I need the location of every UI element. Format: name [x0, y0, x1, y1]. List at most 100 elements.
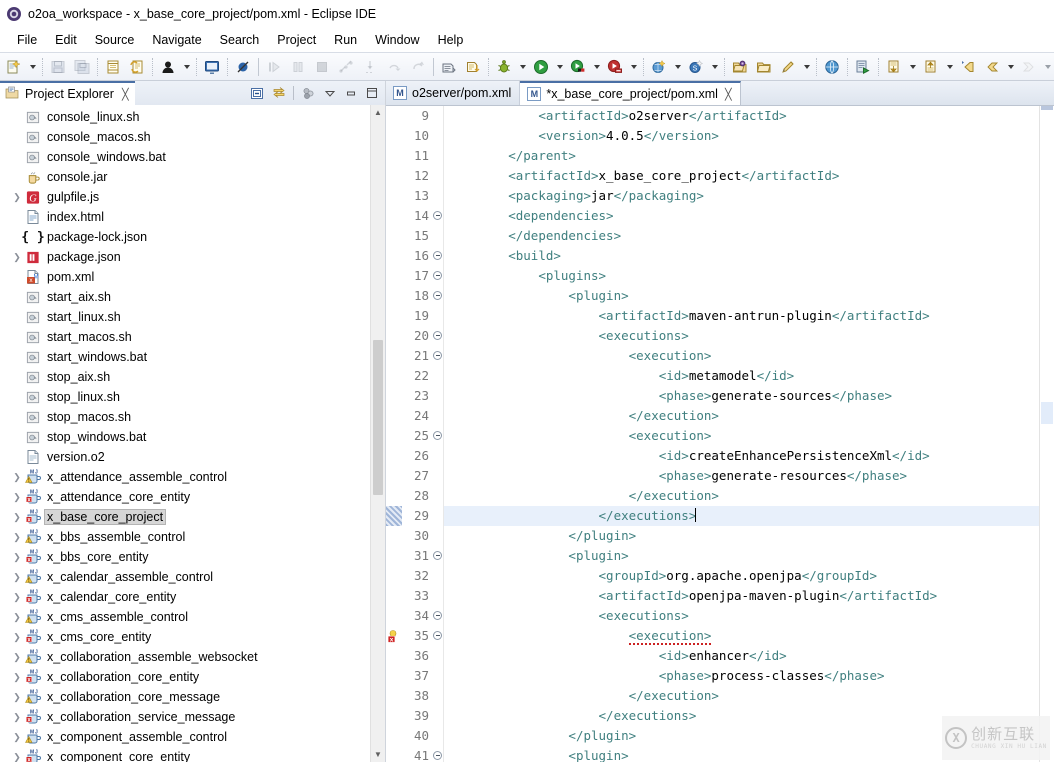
web-browser-icon[interactable]: [820, 55, 844, 79]
new-java-package-icon[interactable]: [437, 55, 461, 79]
tree-item[interactable]: ❯stop_windows.bat: [0, 427, 385, 447]
chevron-right-icon[interactable]: ❯: [10, 510, 24, 524]
tree-item[interactable]: ❯version.o2: [0, 447, 385, 467]
editor-marker-column[interactable]: x: [386, 106, 402, 762]
tree-item[interactable]: ❯MJxx_base_core_project: [0, 507, 385, 527]
code-line[interactable]: <artifactId>x_base_core_project</artifac…: [444, 166, 1039, 186]
chevron-right-icon[interactable]: ❯: [10, 650, 24, 664]
tree-item[interactable]: ❯start_windows.bat: [0, 347, 385, 367]
chevron-down-icon[interactable]: [943, 55, 956, 79]
tree-item[interactable]: ❯index.html: [0, 207, 385, 227]
next-annotation-icon[interactable]: [882, 55, 906, 79]
code-line[interactable]: <build>: [444, 246, 1039, 266]
fold-collapse-icon[interactable]: [433, 331, 442, 340]
code-line[interactable]: <packaging>jar</packaging>: [444, 186, 1039, 206]
chevron-right-icon[interactable]: ❯: [10, 670, 24, 684]
run-coverage-icon[interactable]: [566, 55, 590, 79]
code-line[interactable]: <id>createEnhancePersistenceXml</id>: [444, 446, 1039, 466]
view-filters-icon[interactable]: [299, 84, 318, 103]
fold-collapse-icon[interactable]: [433, 431, 442, 440]
chevron-right-icon[interactable]: ❯: [10, 190, 24, 204]
chevron-right-icon[interactable]: ❯: [10, 690, 24, 704]
code-line[interactable]: <version>4.0.5</version>: [444, 126, 1039, 146]
code-line[interactable]: </execution>: [444, 686, 1039, 706]
fold-cell[interactable]: [432, 286, 443, 306]
fold-collapse-icon[interactable]: [433, 551, 442, 560]
code-line[interactable]: </execution>: [444, 406, 1039, 426]
code-line[interactable]: <executions>: [444, 606, 1039, 626]
link-with-editor-icon[interactable]: [269, 84, 288, 103]
tree-item[interactable]: ❯console_windows.bat: [0, 147, 385, 167]
skip-breakpoints-icon[interactable]: [231, 55, 255, 79]
tree-item[interactable]: ❯MJ!x_cms_assemble_control: [0, 607, 385, 627]
fold-collapse-icon[interactable]: [433, 351, 442, 360]
editor-tab[interactable]: M*x_base_core_project/pom.xml╳: [520, 81, 740, 105]
fold-cell[interactable]: [432, 346, 443, 366]
tree-scrollbar[interactable]: ▲ ▼: [370, 105, 385, 762]
maximize-icon[interactable]: [362, 84, 381, 103]
fold-cell[interactable]: [432, 246, 443, 266]
scroll-up-icon[interactable]: ▲: [371, 105, 385, 120]
close-icon[interactable]: ╳: [122, 88, 129, 101]
run-as-server-icon[interactable]: [851, 55, 875, 79]
fold-collapse-icon[interactable]: [433, 251, 442, 260]
chevron-right-icon[interactable]: ❯: [10, 250, 24, 264]
chevron-down-icon[interactable]: [800, 55, 813, 79]
fold-cell[interactable]: [432, 266, 443, 286]
user-icon[interactable]: [156, 55, 180, 79]
code-line[interactable]: <id>metamodel</id>: [444, 366, 1039, 386]
code-line[interactable]: </plugin>: [444, 526, 1039, 546]
chevron-right-icon[interactable]: ❯: [10, 610, 24, 624]
tree-item[interactable]: ❯console_macos.sh: [0, 127, 385, 147]
chevron-right-icon[interactable]: ❯: [10, 490, 24, 504]
tree-item[interactable]: ❯stop_aix.sh: [0, 367, 385, 387]
back-icon[interactable]: [980, 55, 1004, 79]
collapse-all-icon[interactable]: [248, 84, 267, 103]
tree-item[interactable]: ❯MJxx_attendance_core_entity: [0, 487, 385, 507]
code-line[interactable]: <execution>: [444, 426, 1039, 446]
code-line[interactable]: </execution>: [444, 486, 1039, 506]
tree-item[interactable]: ❯console_linux.sh: [0, 107, 385, 127]
menu-project[interactable]: Project: [268, 31, 325, 49]
chevron-down-icon[interactable]: [590, 55, 603, 79]
code-line[interactable]: <execution>: [444, 346, 1039, 366]
chevron-right-icon[interactable]: ❯: [10, 570, 24, 584]
print-icon[interactable]: [101, 55, 125, 79]
chevron-right-icon[interactable]: ❯: [10, 630, 24, 644]
tree-item[interactable]: ❯stop_macos.sh: [0, 407, 385, 427]
editor-code[interactable]: <artifactId>o2server</artifactId> <versi…: [444, 106, 1039, 762]
terminal-icon[interactable]: [200, 55, 224, 79]
new-wizard-icon[interactable]: [2, 55, 26, 79]
chevron-down-icon[interactable]: [516, 55, 529, 79]
code-line[interactable]: </dependencies>: [444, 226, 1039, 246]
editor-overview-ruler[interactable]: [1039, 106, 1054, 762]
menu-file[interactable]: File: [8, 31, 46, 49]
new-schema-icon[interactable]: S: [684, 55, 708, 79]
chevron-down-icon[interactable]: [180, 55, 193, 79]
tree-item[interactable]: ❯stop_linux.sh: [0, 387, 385, 407]
open-type-icon[interactable]: [728, 55, 752, 79]
tree-item[interactable]: ❯start_macos.sh: [0, 327, 385, 347]
chevron-down-icon[interactable]: [671, 55, 684, 79]
refresh-file-icon[interactable]: [125, 55, 149, 79]
editor-folding-column[interactable]: [432, 106, 444, 762]
tree-item[interactable]: ❯package.json: [0, 247, 385, 267]
fold-cell[interactable]: [432, 326, 443, 346]
code-line[interactable]: <plugin>: [444, 286, 1039, 306]
fold-collapse-icon[interactable]: [433, 211, 442, 220]
fold-collapse-icon[interactable]: [433, 271, 442, 280]
code-line[interactable]: <plugins>: [444, 266, 1039, 286]
menu-help[interactable]: Help: [429, 31, 473, 49]
code-line[interactable]: </parent>: [444, 146, 1039, 166]
last-edit-location-icon[interactable]: [956, 55, 980, 79]
chevron-down-icon[interactable]: [320, 84, 339, 103]
code-line[interactable]: <id>enhancer</id>: [444, 646, 1039, 666]
tree-item[interactable]: ❯MJ!x_bbs_assemble_control: [0, 527, 385, 547]
chevron-down-icon[interactable]: [627, 55, 640, 79]
tree-item[interactable]: ❯xMpom.xml: [0, 267, 385, 287]
tree-item[interactable]: ❯MJxx_bbs_core_entity: [0, 547, 385, 567]
code-line[interactable]: <executions>: [444, 326, 1039, 346]
editor-body[interactable]: x 91011121314151617181920212223242526272…: [386, 106, 1054, 762]
tree-item[interactable]: ❯MJ!x_attendance_assemble_control: [0, 467, 385, 487]
tree-item[interactable]: ❯MJ!x_component_assemble_control: [0, 727, 385, 747]
